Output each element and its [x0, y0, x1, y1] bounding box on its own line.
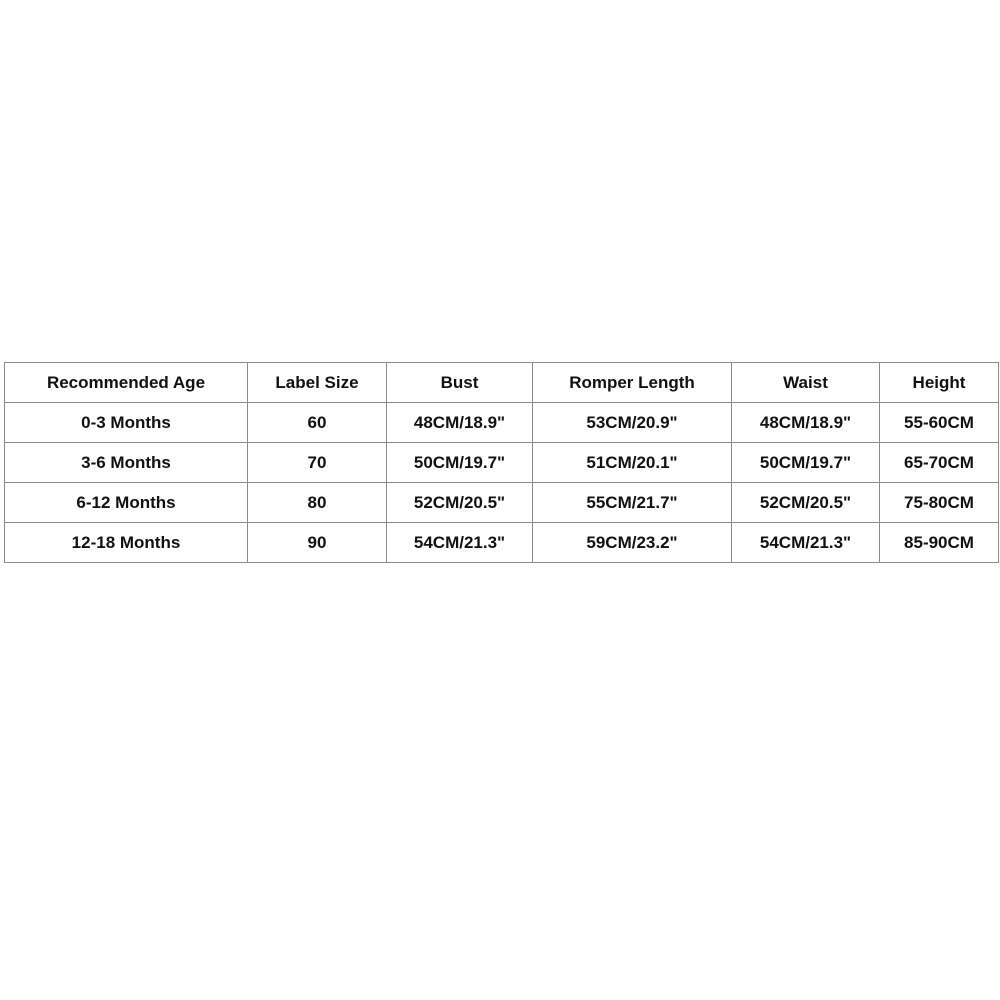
cell-height: 55-60CM: [879, 402, 999, 443]
table-row: 0-3 Months 60 48CM/18.9" 53CM/20.9" 48CM…: [4, 402, 999, 443]
cell-romper-length: 55CM/21.7": [532, 482, 732, 523]
cell-recommended-age: 6-12 Months: [4, 482, 248, 523]
cell-recommended-age: 12-18 Months: [4, 522, 248, 563]
cell-bust: 50CM/19.7": [386, 442, 533, 483]
table-row: 3-6 Months 70 50CM/19.7" 51CM/20.1" 50CM…: [4, 442, 999, 483]
cell-romper-length: 51CM/20.1": [532, 442, 732, 483]
cell-waist: 54CM/21.3": [731, 522, 880, 563]
cell-recommended-age: 3-6 Months: [4, 442, 248, 483]
cell-height: 75-80CM: [879, 482, 999, 523]
table-row: 12-18 Months 90 54CM/21.3" 59CM/23.2" 54…: [4, 522, 999, 563]
header-romper-length: Romper Length: [532, 362, 732, 403]
cell-romper-length: 53CM/20.9": [532, 402, 732, 443]
cell-height: 65-70CM: [879, 442, 999, 483]
cell-romper-length: 59CM/23.2": [532, 522, 732, 563]
header-label-size: Label Size: [247, 362, 387, 403]
cell-recommended-age: 0-3 Months: [4, 402, 248, 443]
cell-waist: 48CM/18.9": [731, 402, 880, 443]
header-waist: Waist: [731, 362, 880, 403]
cell-height: 85-90CM: [879, 522, 999, 563]
header-row: Recommended Age Label Size Bust Romper L…: [4, 362, 999, 403]
cell-bust: 54CM/21.3": [386, 522, 533, 563]
size-chart-table: Recommended Age Label Size Bust Romper L…: [4, 362, 999, 563]
header-height: Height: [879, 362, 999, 403]
header-recommended-age: Recommended Age: [4, 362, 248, 403]
table-row: 6-12 Months 80 52CM/20.5" 55CM/21.7" 52C…: [4, 482, 999, 523]
cell-label-size: 90: [247, 522, 387, 563]
header-bust: Bust: [386, 362, 533, 403]
cell-waist: 50CM/19.7": [731, 442, 880, 483]
cell-bust: 48CM/18.9": [386, 402, 533, 443]
cell-waist: 52CM/20.5": [731, 482, 880, 523]
cell-bust: 52CM/20.5": [386, 482, 533, 523]
cell-label-size: 70: [247, 442, 387, 483]
cell-label-size: 60: [247, 402, 387, 443]
cell-label-size: 80: [247, 482, 387, 523]
